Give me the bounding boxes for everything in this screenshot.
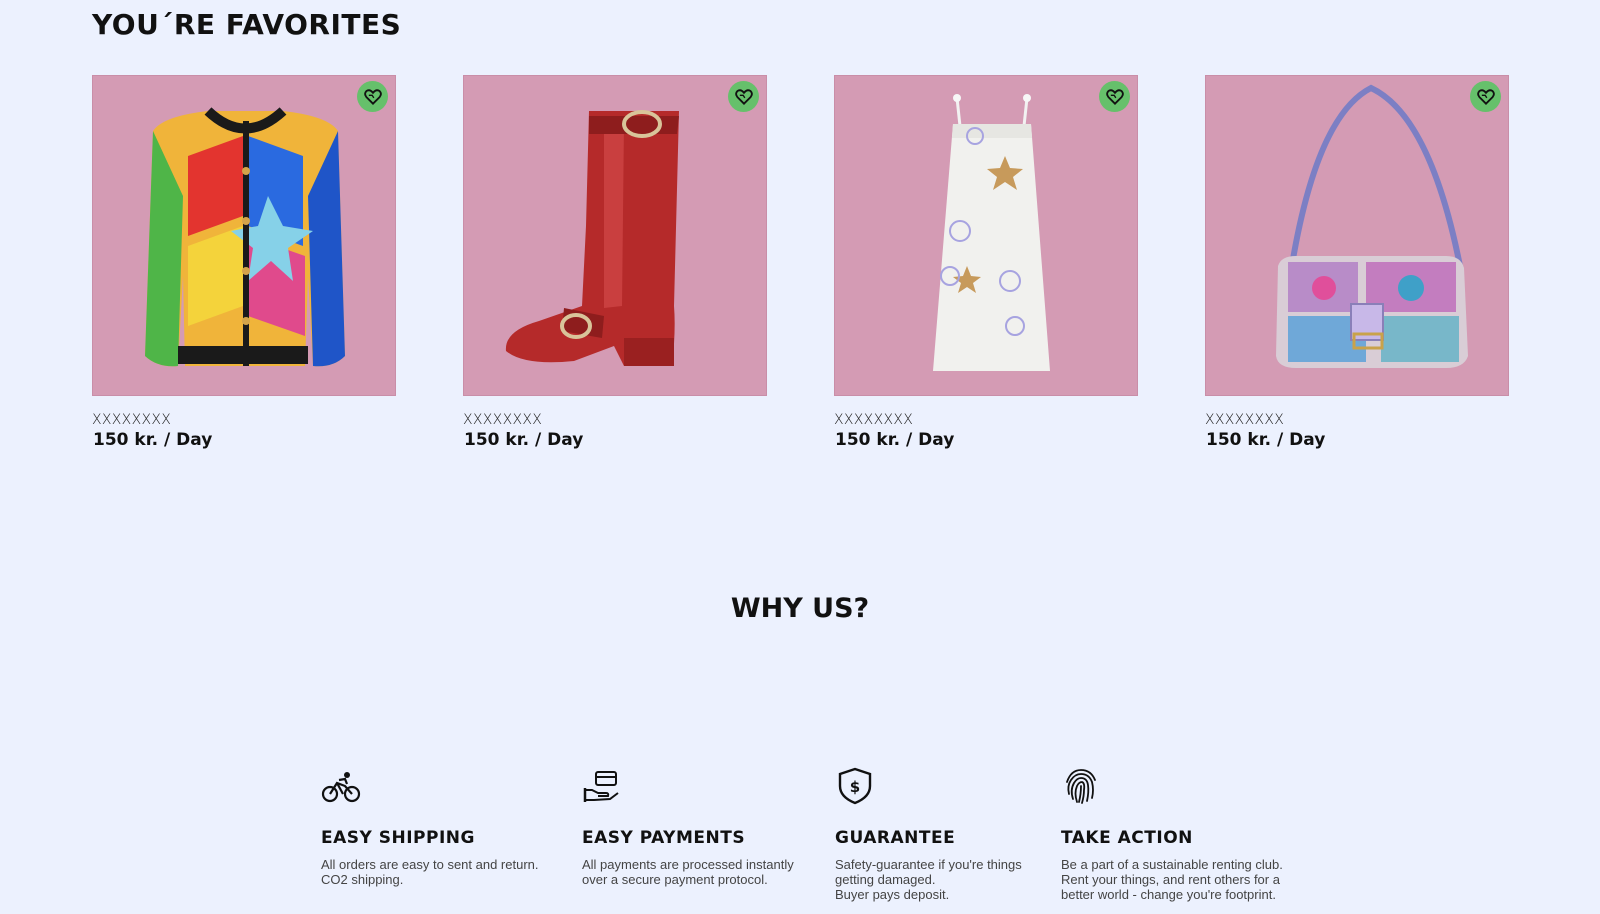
product-card[interactable]: XXXXXXXX 150 kr. / Day <box>92 75 396 450</box>
feature-text: Be a part of a sustainable renting club.… <box>1061 857 1283 902</box>
heart-icon <box>1476 88 1495 105</box>
hand-payment-icon <box>583 771 619 802</box>
product-price: 150 kr. / Day <box>835 430 955 450</box>
product-name[interactable]: XXXXXXXX <box>463 412 767 428</box>
product-price: 150 kr. / Day <box>1206 430 1326 450</box>
feature-easy-shipping: EASY SHIPPING All orders are easy to sen… <box>321 766 561 887</box>
product-image-dress[interactable] <box>834 75 1138 396</box>
fingerprint-icon <box>1066 769 1096 804</box>
favorite-button[interactable] <box>357 81 388 112</box>
bicycle-icon <box>321 772 361 803</box>
product-name[interactable]: XXXXXXXX <box>92 412 396 428</box>
heart-icon <box>363 88 382 105</box>
favorites-grid: XXXXXXXX 150 kr. / Day XXXXXXXX 150 kr. … <box>92 75 1509 450</box>
product-image-boot[interactable] <box>463 75 767 396</box>
svg-text:$: $ <box>850 778 860 796</box>
product-image-jacket[interactable] <box>92 75 396 396</box>
product-name[interactable]: XXXXXXXX <box>834 412 1138 428</box>
product-price: 150 kr. / Day <box>93 430 213 450</box>
heart-icon <box>1105 88 1124 105</box>
feature-title: EASY SHIPPING <box>321 828 475 848</box>
favorite-button[interactable] <box>1099 81 1130 112</box>
product-image-bag[interactable] <box>1205 75 1509 396</box>
feature-text: All orders are easy to sent and return. … <box>321 857 539 887</box>
product-card[interactable]: XXXXXXXX 150 kr. / Day <box>1205 75 1509 450</box>
product-name[interactable]: XXXXXXXX <box>1205 412 1509 428</box>
feature-text: All payments are processed instantly ove… <box>582 857 794 887</box>
feature-easy-payments: EASY PAYMENTS All payments are processed… <box>582 766 822 887</box>
feature-title: TAKE ACTION <box>1061 828 1193 848</box>
shield-dollar-icon: $ <box>838 767 872 805</box>
product-card[interactable]: XXXXXXXX 150 kr. / Day <box>834 75 1138 450</box>
product-card[interactable]: XXXXXXXX 150 kr. / Day <box>463 75 767 450</box>
favorite-button[interactable] <box>1470 81 1501 112</box>
feature-title: GUARANTEE <box>835 828 956 848</box>
product-price: 150 kr. / Day <box>464 430 584 450</box>
feature-guarantee: $ GUARANTEE Safety-guarantee if you're t… <box>835 766 1075 902</box>
feature-title: EASY PAYMENTS <box>582 828 746 848</box>
favorite-button[interactable] <box>728 81 759 112</box>
why-us-title: WHY US? <box>730 593 870 624</box>
heart-icon <box>734 88 753 105</box>
feature-text: Safety-guarantee if you're things gettin… <box>835 857 1022 902</box>
feature-take-action: TAKE ACTION Be a part of a sustainable r… <box>1061 766 1301 902</box>
favorites-title: YOU´RE FAVORITES <box>92 8 402 41</box>
